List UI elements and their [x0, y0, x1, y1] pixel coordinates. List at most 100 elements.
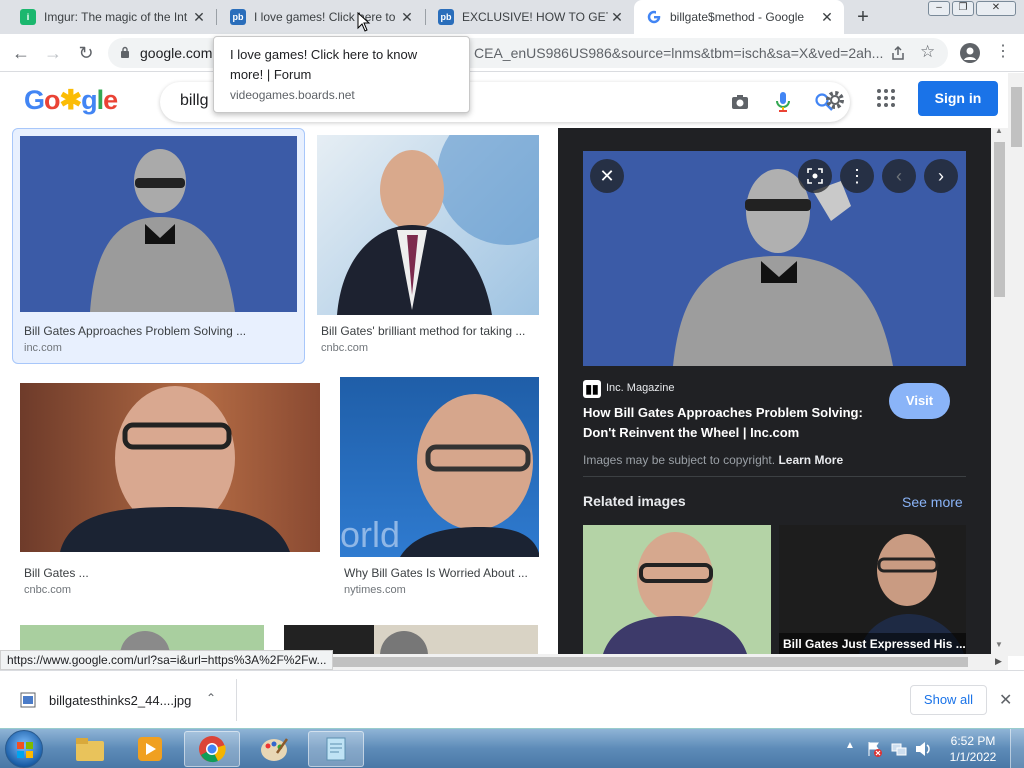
- related-image-1[interactable]: [583, 525, 771, 654]
- image-file-icon: [20, 692, 36, 708]
- tab-hover-tooltip: I love games! Click here to know more! |…: [213, 36, 470, 113]
- scroll-right-arrow-icon[interactable]: ▶: [995, 656, 1002, 667]
- scroll-up-arrow-icon[interactable]: ▲: [995, 126, 1003, 135]
- google-doodle-logo[interactable]: Go✱gle: [24, 85, 118, 116]
- image-preview-panel: ✕ ⋮ ‹ › ▮▮ Inc. Magazine How Bill Gates …: [558, 128, 991, 654]
- profile-avatar[interactable]: [960, 43, 980, 63]
- volume-icon[interactable]: [914, 741, 932, 757]
- screen: { "tabs": [ {"label": "Imgur: The magic …: [0, 0, 1024, 768]
- media-player-icon[interactable]: [122, 731, 178, 767]
- tab-strip: i Imgur: The magic of the Int ✕ pb I lov…: [0, 0, 1024, 34]
- camera-icon[interactable]: [731, 93, 749, 111]
- file-explorer-icon[interactable]: [62, 731, 118, 767]
- clock-date: 1/1/2022: [949, 750, 997, 764]
- forward-button[interactable]: →: [41, 41, 65, 65]
- action-center-flag-icon[interactable]: [866, 741, 882, 757]
- notepad-icon[interactable]: [308, 731, 364, 767]
- page-scroll-thumb[interactable]: [1011, 87, 1022, 147]
- result-thumbnail[interactable]: [20, 383, 320, 552]
- menu-kebab-icon[interactable]: ⋮: [995, 42, 1011, 62]
- chrome-taskbar-icon[interactable]: [184, 731, 240, 767]
- see-more-link[interactable]: See more: [902, 494, 963, 510]
- show-desktop-button[interactable]: [1010, 729, 1024, 768]
- visit-button[interactable]: Visit: [889, 383, 950, 419]
- search-query[interactable]: billg: [180, 92, 208, 110]
- close-preview-icon[interactable]: ✕: [590, 159, 624, 193]
- settings-gear-icon[interactable]: [823, 88, 847, 112]
- download-bar: billgatesthinks2_44....jpg ⌃ Show all ✕: [0, 670, 1024, 728]
- result-thumbnail[interactable]: orld: [340, 377, 539, 557]
- share-icon[interactable]: [890, 45, 906, 61]
- maximize-button[interactable]: ❐: [952, 1, 974, 16]
- tab-exclusive[interactable]: pb EXCLUSIVE! HOW TO GET F ✕: [426, 0, 634, 34]
- clock-time: 6:52 PM: [950, 734, 996, 748]
- windows-taskbar: ▲ 6:52 PM 1/1/2022: [0, 728, 1024, 768]
- preview-title[interactable]: How Bill Gates Approaches Problem Solvin…: [583, 403, 883, 443]
- show-all-downloads-button[interactable]: Show all: [910, 685, 987, 715]
- image-result-cnbc-2[interactable]: Bill Gates ... cnbc.com: [12, 376, 328, 606]
- back-button[interactable]: ←: [9, 41, 33, 65]
- status-bar-url: https://www.google.com/url?sa=i&url=http…: [0, 650, 334, 670]
- tab-imgur[interactable]: i Imgur: The magic of the Int ✕: [8, 0, 216, 34]
- close-download-bar-icon[interactable]: ✕: [999, 690, 1012, 710]
- result-thumbnail[interactable]: [20, 136, 297, 312]
- lock-icon[interactable]: [120, 46, 130, 58]
- related-image-caption[interactable]: Bill Gates Just Expressed His ...: [783, 637, 966, 651]
- divider: [236, 679, 237, 721]
- divider: [583, 476, 966, 477]
- new-tab-button[interactable]: +: [852, 7, 874, 29]
- page-vertical-scrollbar[interactable]: [1008, 73, 1024, 656]
- chevron-up-icon[interactable]: ⌃: [206, 691, 216, 705]
- image-result-cnbc[interactable]: Bill Gates' brilliant method for taking …: [313, 128, 545, 364]
- tab-videogames-forum[interactable]: pb I love games! Click here to ✕: [218, 0, 424, 34]
- scroll-down-arrow-icon[interactable]: ▼: [995, 640, 1003, 649]
- result-title[interactable]: Bill Gates Approaches Problem Solving ..…: [24, 324, 246, 338]
- reload-button[interactable]: ↻: [74, 41, 98, 65]
- tab-separator: [216, 9, 217, 25]
- panel-scrollbar[interactable]: ▲ ▼: [991, 126, 1008, 654]
- paint-icon[interactable]: [246, 731, 302, 767]
- download-filename[interactable]: billgatesthinks2_44....jpg: [49, 693, 191, 708]
- url-host: google.com: [140, 45, 213, 61]
- proboards-icon: pb: [438, 9, 454, 25]
- previous-image-icon[interactable]: ‹: [882, 159, 916, 193]
- close-tab-icon[interactable]: ✕: [190, 8, 208, 26]
- google-icon: [646, 9, 662, 25]
- apps-grid-icon[interactable]: [876, 88, 896, 108]
- result-title[interactable]: Bill Gates' brilliant method for taking …: [321, 324, 525, 338]
- imgur-icon: i: [20, 9, 36, 25]
- related-images-heading: Related images: [583, 493, 686, 509]
- mouse-cursor-icon: [357, 12, 371, 32]
- inc-favicon-icon: ▮▮: [583, 380, 601, 398]
- network-icon[interactable]: [891, 741, 907, 757]
- image-result-inc[interactable]: Bill Gates Approaches Problem Solving ..…: [12, 128, 305, 364]
- result-title[interactable]: Why Bill Gates Is Worried About ...: [344, 566, 528, 580]
- result-source: cnbc.com: [321, 342, 369, 354]
- show-hidden-icons-arrow-icon[interactable]: ▲: [845, 740, 855, 751]
- browser-toolbar: ← → ↻ google.com CEA_enUS986US986&source…: [0, 34, 1024, 72]
- panel-scroll-thumb[interactable]: [994, 142, 1005, 297]
- start-button[interactable]: [5, 730, 43, 768]
- bookmark-star-icon[interactable]: ☆: [920, 42, 935, 62]
- close-tab-icon[interactable]: ✕: [608, 8, 626, 26]
- sign-in-button[interactable]: Sign in: [918, 81, 998, 116]
- tab-google-images[interactable]: billgate$method - Google ✕: [634, 0, 844, 34]
- microphone-icon[interactable]: [776, 91, 790, 113]
- more-options-icon[interactable]: ⋮: [840, 159, 874, 193]
- close-tab-icon[interactable]: ✕: [398, 8, 416, 26]
- next-image-icon[interactable]: ›: [924, 159, 958, 193]
- visual-search-lens-icon[interactable]: [798, 159, 832, 193]
- close-window-button[interactable]: ✕: [976, 1, 1016, 16]
- learn-more-link[interactable]: Learn More: [778, 453, 843, 467]
- system-clock[interactable]: 6:52 PM 1/1/2022: [948, 733, 998, 765]
- url-path: CEA_enUS986US986&source=lnms&tbm=isch&sa…: [474, 45, 884, 61]
- tooltip-host: videogames.boards.net: [230, 88, 355, 102]
- minimize-button[interactable]: –: [928, 1, 950, 16]
- close-tab-icon[interactable]: ✕: [818, 8, 836, 26]
- image-result-nytimes[interactable]: orld Why Bill Gates Is Worried About ...…: [336, 376, 546, 606]
- svg-text:orld: orld: [340, 514, 400, 555]
- result-source: nytimes.com: [344, 584, 406, 596]
- result-source: cnbc.com: [24, 584, 72, 596]
- result-title[interactable]: Bill Gates ...: [24, 566, 89, 580]
- result-thumbnail[interactable]: [317, 135, 539, 315]
